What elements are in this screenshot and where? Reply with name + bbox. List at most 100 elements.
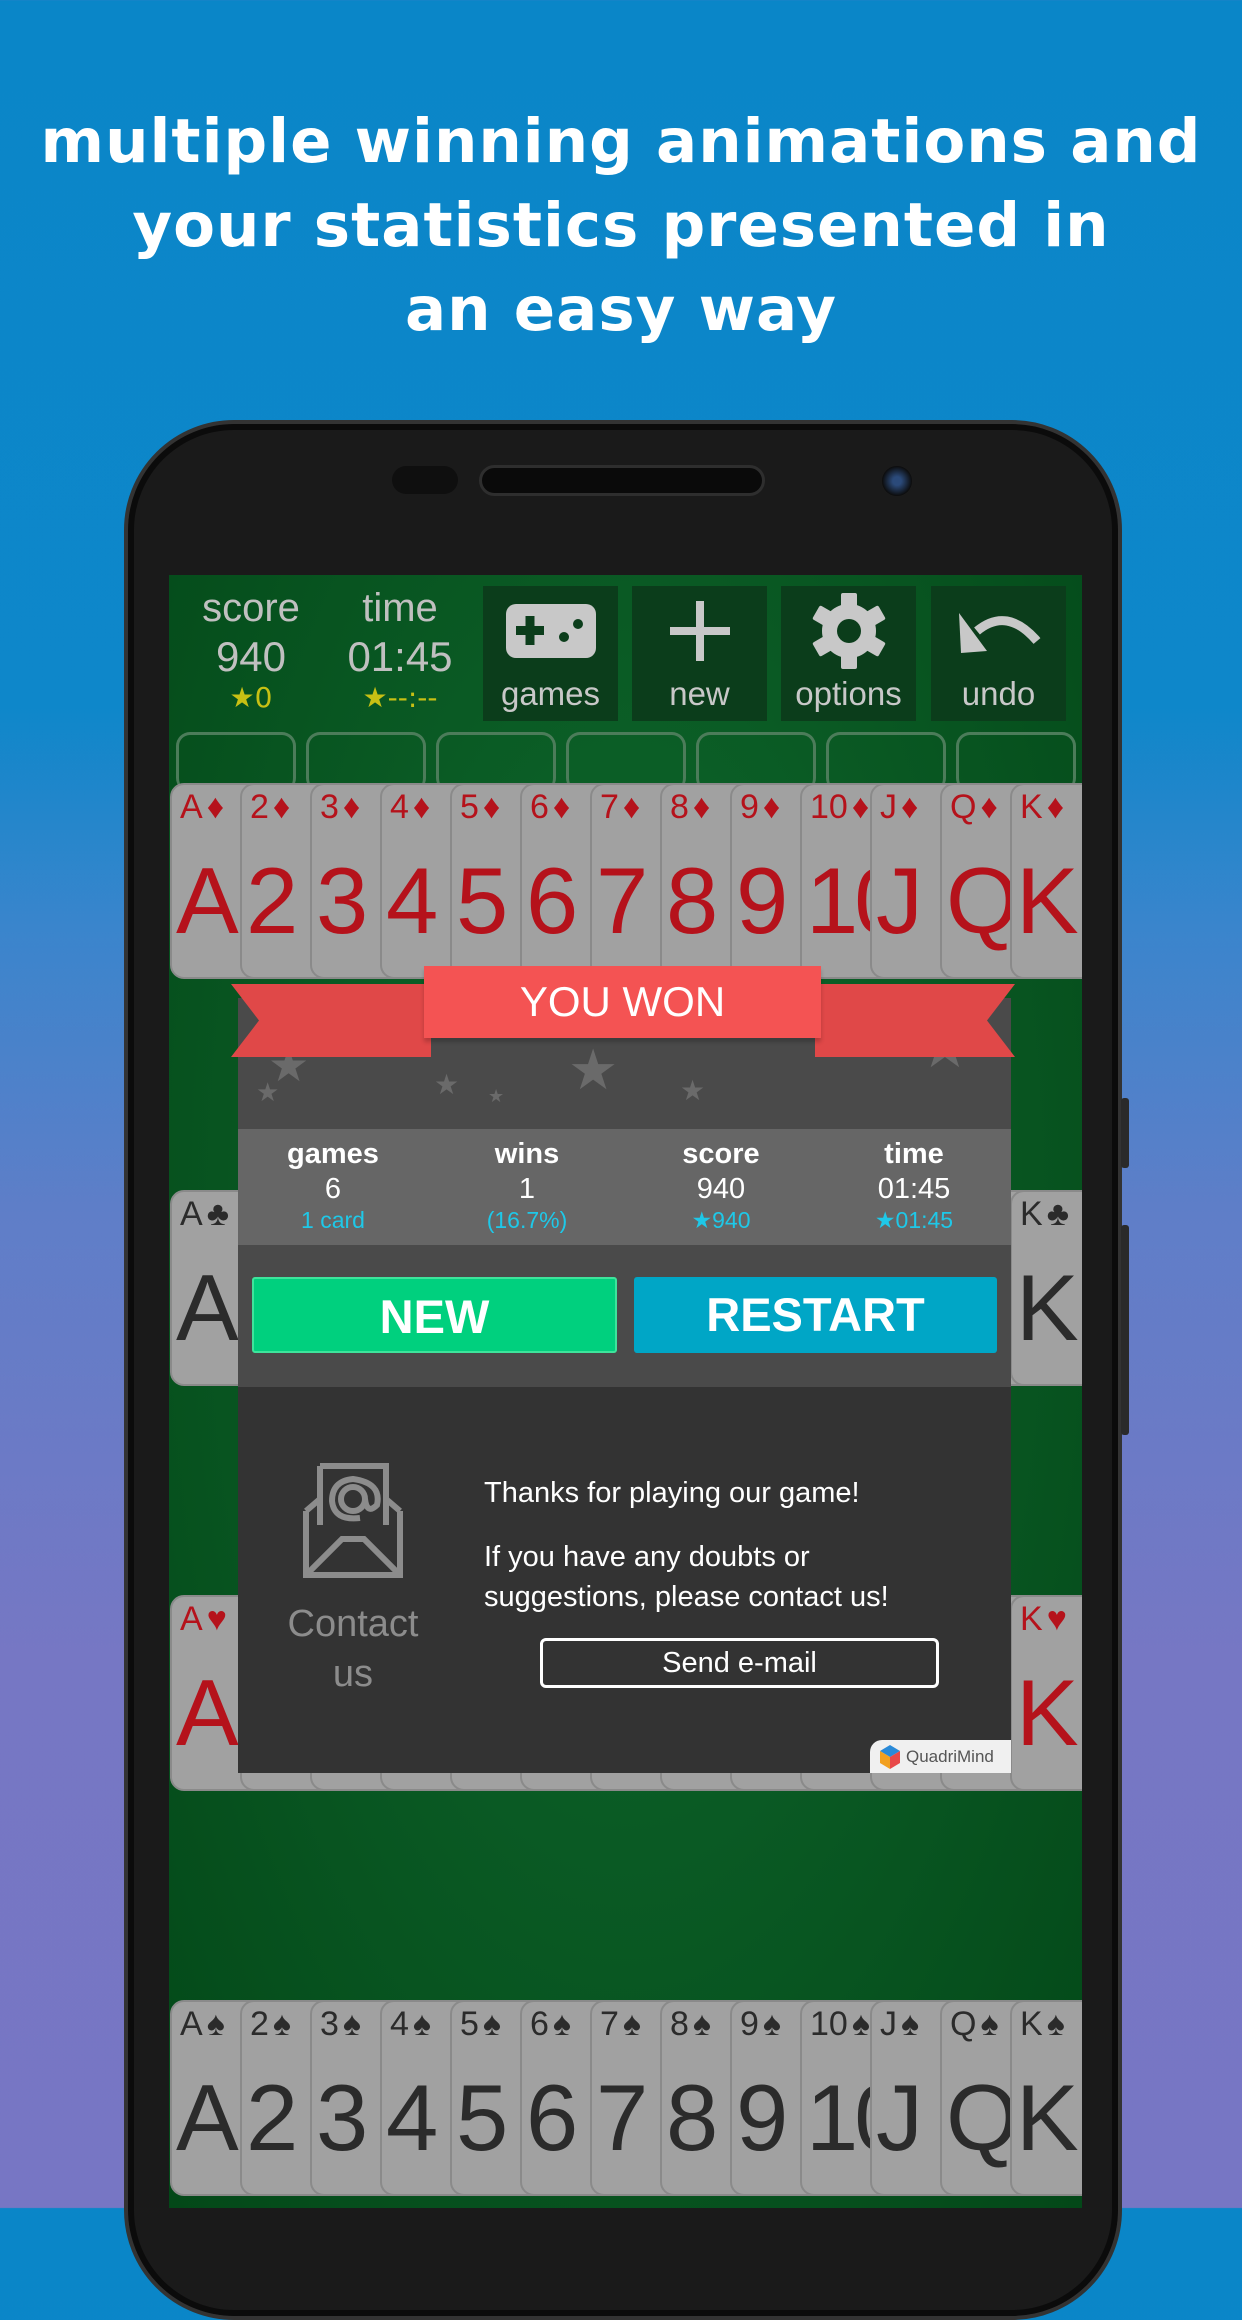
card-rank-large: 5 — [456, 848, 508, 953]
suit-icon: ♦ — [272, 788, 291, 826]
best-score: ★0 — [229, 681, 273, 714]
card-rank-large: 2 — [246, 2065, 298, 2170]
card-corner: 3 ♦ — [320, 787, 360, 827]
card-rank-large: J — [876, 848, 923, 953]
volume-button — [1121, 1225, 1129, 1435]
brand-name: QuadriMind — [906, 1746, 994, 1766]
card-rank-large: 6 — [526, 2065, 578, 2170]
undo-icon — [931, 586, 1066, 676]
suit-icon: ♦ — [342, 788, 361, 826]
card-corner: 4 ♦ — [390, 787, 430, 827]
card-rank-large: 4 — [386, 848, 438, 953]
card-rank-large: A — [176, 2065, 239, 2170]
card-rank: 4 — [390, 788, 409, 826]
card-rank: 6 — [530, 788, 549, 826]
card-rank-large: 3 — [316, 848, 368, 953]
card-rank-large: K — [1016, 2065, 1079, 2170]
card-rank-large: A — [176, 848, 239, 953]
card-rank: A — [180, 2005, 203, 2043]
card-rank-large: 4 — [386, 2065, 438, 2170]
stat-value: 6 — [324, 1173, 342, 1205]
card-rank: 2 — [250, 2005, 269, 2043]
playing-card[interactable]: K ♥ K — [1010, 1595, 1082, 1791]
gamepad-icon — [483, 586, 618, 676]
quadrimind-logo: QuadriMind — [870, 1740, 1011, 1773]
suit-icon: ♠ — [482, 2005, 501, 2043]
stat-value: 940 — [696, 1173, 746, 1205]
card-rank-large: 8 — [666, 2065, 718, 2170]
time-value: 01:45 — [347, 633, 453, 680]
suit-icon: ♦ — [1046, 788, 1065, 826]
card-corner: 7 ♦ — [600, 787, 640, 827]
games-button[interactable]: games — [483, 586, 618, 721]
suit-icon: ♥ — [1046, 1600, 1067, 1638]
suit-icon: ♦ — [692, 788, 711, 826]
card-rank-large: 9 — [736, 2065, 788, 2170]
suit-icon: ♠ — [342, 2005, 361, 2043]
card-rank-large: Q — [946, 2065, 1019, 2170]
card-corner: 3 ♠ — [320, 2004, 361, 2044]
power-button — [1121, 1098, 1129, 1168]
card-corner: 9 ♦ — [740, 787, 780, 827]
plus-icon — [632, 586, 767, 676]
time-display: time 01:45 ★--:-- — [325, 585, 475, 713]
playing-card[interactable]: K ♠ K — [1010, 2000, 1082, 2196]
suit-icon: ♦ — [762, 788, 781, 826]
card-corner: Q ♠ — [950, 2004, 999, 2044]
card-rank: 5 — [460, 2005, 479, 2043]
stat-score: score 940 ★940 — [626, 1129, 816, 1233]
card-corner: K ♠ — [1020, 2004, 1065, 2044]
card-corner: K ♣ — [1020, 1194, 1069, 1234]
card-corner: K ♥ — [1020, 1599, 1067, 1639]
contact-label-line: Contact — [287, 1603, 419, 1645]
suit-icon: ♦ — [901, 788, 919, 826]
card-rank-large: A — [176, 1660, 239, 1765]
contact-us-label[interactable]: Contact us — [258, 1599, 448, 1699]
doubts-text: If you have any doubts or — [484, 1541, 810, 1573]
contact-label-line: us — [332, 1653, 374, 1695]
restart-button[interactable]: RESTART — [634, 1277, 997, 1353]
card-rank: 4 — [390, 2005, 409, 2043]
card-rank: Q — [950, 2005, 977, 2043]
headline-line: your statistics presented in — [132, 190, 1110, 261]
time-label: time — [362, 586, 438, 630]
stats-band: games 6 1 card wins 1 (16.7%) score 940 … — [238, 1129, 1011, 1245]
score-value: 940 — [215, 633, 287, 680]
suit-icon: ♠ — [901, 2005, 920, 2043]
card-rank-large: A — [176, 1255, 239, 1360]
card-rank: K — [1020, 2005, 1043, 2043]
thanks-message: Thanks for playing our game! If you have… — [484, 1473, 889, 1617]
star-icon: ★ — [680, 1074, 706, 1107]
card-corner: J ♠ — [880, 2004, 919, 2044]
card-corner: 10 ♦ — [810, 787, 869, 827]
suit-icon: ♠ — [412, 2005, 431, 2043]
suit-icon: ♠ — [1046, 2005, 1065, 2043]
suit-icon: ♠ — [622, 2005, 641, 2043]
suit-icon: ♠ — [206, 2005, 225, 2043]
email-envelope-icon[interactable] — [302, 1463, 404, 1585]
undo-button[interactable]: undo — [931, 586, 1066, 721]
best-time: ★--:-- — [362, 681, 438, 714]
card-rank: 7 — [600, 2005, 619, 2043]
card-corner: 10 ♠ — [810, 2004, 870, 2044]
playing-card[interactable]: K ♣ K — [1010, 1190, 1082, 1386]
card-rank-large: 9 — [736, 848, 788, 953]
proximity-sensor — [392, 466, 458, 494]
card-rank: J — [880, 788, 897, 826]
stat-wins: wins 1 (16.7%) — [432, 1129, 622, 1233]
new-game-button[interactable]: new — [632, 586, 767, 721]
you-won-dialog: ★ ★ ★ ★ ★ ★ ★ YOU WON games 6 1 card win… — [231, 966, 1015, 1773]
playing-card[interactable]: K ♦ K — [1010, 783, 1082, 979]
quadrimind-logo-icon — [880, 1744, 900, 1769]
new-game-dialog-button[interactable]: NEW — [252, 1277, 617, 1353]
card-rank: 3 — [320, 2005, 339, 2043]
options-button[interactable]: options — [781, 586, 916, 721]
stat-sub: ★940 — [691, 1207, 751, 1233]
games-label: games — [500, 675, 601, 712]
card-rank-large: 7 — [596, 2065, 648, 2170]
send-email-button[interactable]: Send e-mail — [540, 1638, 939, 1688]
card-rank: 3 — [320, 788, 339, 826]
card-rank-large: K — [1016, 1660, 1079, 1765]
card-corner: A ♣ — [180, 1194, 229, 1234]
contact-section: Contact us Thanks for playing our game! … — [238, 1387, 1011, 1773]
